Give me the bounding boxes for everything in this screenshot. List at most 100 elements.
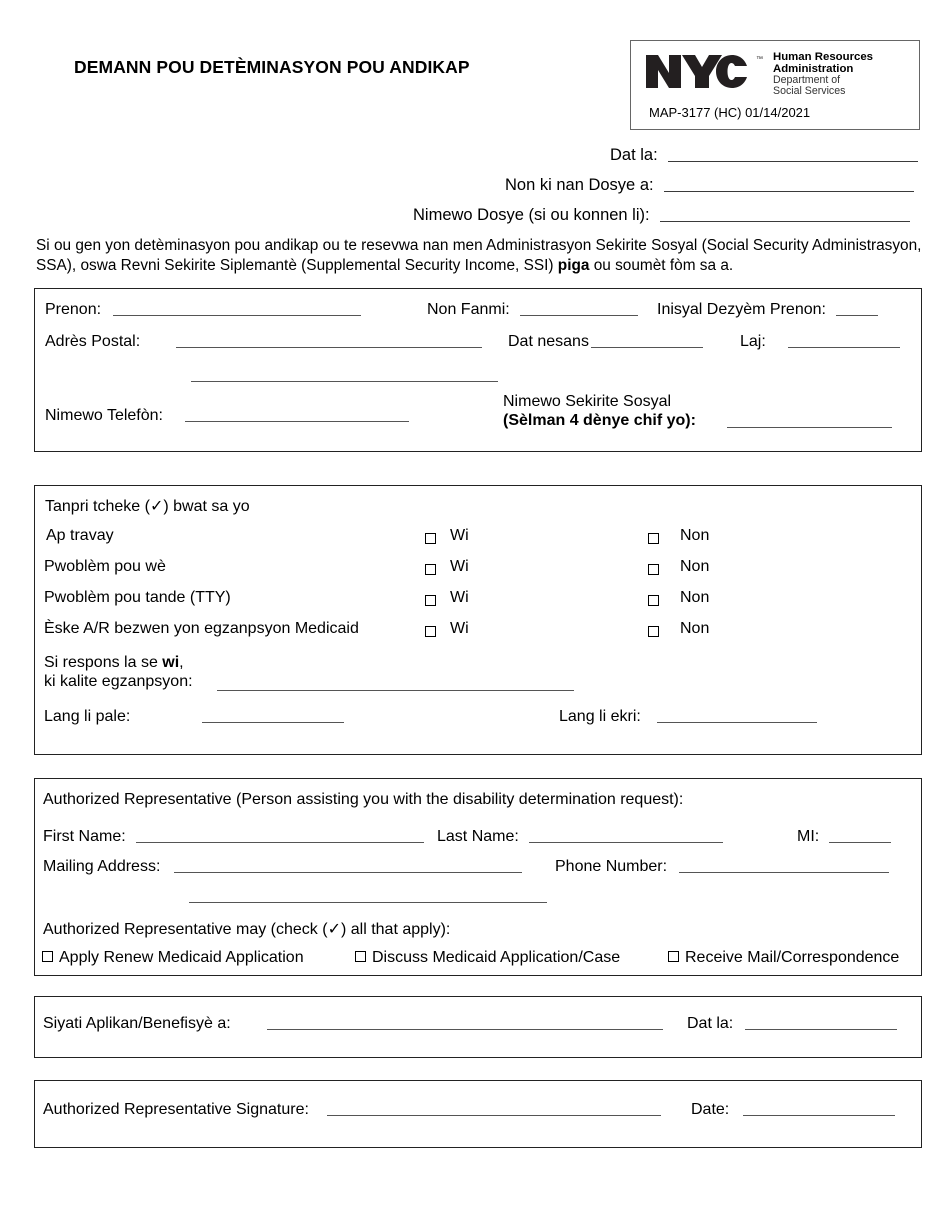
header-field-date-input[interactable]	[667, 161, 918, 162]
nyc-logo-icon: ™	[644, 50, 766, 90]
checkbox-row-label-3: Èske A/R bezwen yon egzanpsyon Medicaid	[44, 620, 359, 637]
checkbox-no-label-2: Non	[680, 589, 710, 606]
field-applicant-signature-date: Dat la:	[687, 1015, 898, 1033]
accessibility-checkbox-box: Tanpri tcheke (✓) bwat sa yo Ap travay W…	[34, 485, 922, 755]
field-applicant-signature-date-input[interactable]	[745, 1029, 898, 1030]
field-ssn-label: Nimewo Sekirite Sosyal (Sèlman 4 dènye c…	[503, 393, 696, 431]
field-last-name-input[interactable]	[519, 315, 638, 316]
field-applicant-signature-label: Siyati Aplikan/Benefisyè a:	[43, 1015, 231, 1032]
field-rep-last-name: Last Name:	[437, 828, 723, 846]
checkbox-no-1[interactable]	[648, 561, 659, 579]
field-spoken-language-label: Lang li pale:	[44, 708, 131, 725]
header-field-date-label: Dat la:	[610, 146, 658, 164]
trademark-glyph: ™	[756, 56, 763, 63]
header-field-case-number-input[interactable]	[659, 221, 910, 222]
field-rep-mi-label: MI:	[797, 828, 820, 845]
permission-checkbox-0[interactable]: Apply Renew Medicaid Application	[42, 949, 304, 967]
form-code: MAP-3177 (HC) 01/14/2021	[649, 105, 811, 120]
field-age: Laj:	[740, 333, 900, 351]
field-written-language-input[interactable]	[656, 722, 817, 723]
logo-row: ™ Human Resources Administration Departm…	[644, 50, 873, 98]
field-rep-signature-input[interactable]	[326, 1115, 661, 1116]
permission-label-1: Discuss Medicaid Application/Case	[372, 949, 621, 966]
checkbox-no-3[interactable]	[648, 623, 659, 641]
agency-logo-box: ™ Human Resources Administration Departm…	[630, 40, 920, 130]
field-ssn-input[interactable]	[727, 427, 892, 428]
field-rep-signature-date-input[interactable]	[743, 1115, 896, 1116]
field-rep-last-name-label: Last Name:	[437, 828, 519, 845]
field-rep-signature-date: Date:	[691, 1101, 896, 1119]
field-rep-phone-label: Phone Number:	[555, 858, 668, 875]
checkbox-row-label-2: Pwoblèm pou tande (TTY)	[44, 589, 231, 606]
field-birth-date-label: Dat nesans	[508, 333, 589, 350]
field-mailing-address-label: Adrès Postal:	[45, 333, 141, 350]
permission-checkbox-square-1[interactable]	[355, 951, 366, 963]
field-rep-mi: MI:	[797, 828, 892, 846]
field-rep-first-name-input[interactable]	[135, 842, 424, 843]
checkbox-yes-3[interactable]	[425, 623, 436, 641]
field-middle-initial-label: Inisyal Dezyèm Prenon:	[657, 301, 826, 318]
rep-signature-box: Authorized Representative Signature: Dat…	[34, 1080, 922, 1148]
field-rep-last-name-input[interactable]	[528, 842, 723, 843]
field-mailing-address: Adrès Postal:	[45, 333, 483, 351]
exemption-type-input[interactable]	[217, 690, 574, 691]
field-first-name-input[interactable]	[113, 315, 362, 316]
exemption-prompt-pre: Si respons la se	[44, 654, 163, 671]
checkbox-no-2[interactable]	[648, 592, 659, 610]
field-rep-phone: Phone Number:	[555, 858, 890, 876]
field-last-name-label: Non Fanmi:	[427, 301, 510, 318]
intro-part-2: ou soumèt fòm sa a.	[589, 257, 734, 275]
field-spoken-language-input[interactable]	[202, 722, 345, 723]
checkbox-no-label-3: Non	[680, 620, 710, 637]
field-applicant-signature-input[interactable]	[266, 1029, 663, 1030]
intro-paragraph: Si ou gen yon detèminasyon pou andikap o…	[36, 236, 922, 276]
authorized-representative-box: Authorized Representative (Person assist…	[34, 778, 922, 976]
checkbox-yes-label-1: Wi	[450, 558, 469, 575]
exemption-prompt: Si respons la se wi, ki kalite egzanpsyo…	[44, 654, 193, 692]
field-phone-input[interactable]	[184, 421, 409, 422]
checkbox-yes-2[interactable]	[425, 592, 436, 610]
intro-part-1: Si ou gen yon detèminasyon pou andikap o…	[36, 237, 922, 275]
field-middle-initial: Inisyal Dezyèm Prenon:	[657, 301, 878, 319]
field-birth-date: Dat nesans	[508, 333, 703, 351]
field-first-name-label: Prenon:	[45, 301, 102, 318]
page-title: DEMANN POU DETÈMINASYON POU ANDIKAP	[74, 57, 470, 77]
authorized-rep-permissions-label: Authorized Representative may (check (✓)…	[43, 921, 451, 938]
field-age-input[interactable]	[787, 347, 900, 348]
header-field-case-number-label: Nimewo Dosye (si ou konnen li):	[413, 206, 650, 224]
permission-checkbox-2[interactable]: Receive Mail/Correspondence	[668, 949, 899, 967]
checkbox-yes-1[interactable]	[425, 561, 436, 579]
header-field-name-on-case: Non ki nan Dosye a:	[505, 176, 922, 195]
checkbox-yes-0[interactable]	[425, 530, 436, 548]
permission-checkbox-1[interactable]: Discuss Medicaid Application/Case	[355, 949, 620, 967]
field-last-name: Non Fanmi:	[427, 301, 638, 319]
field-birth-date-input[interactable]	[590, 347, 703, 348]
field-written-language-label: Lang li ekri:	[559, 708, 641, 725]
field-rep-phone-input[interactable]	[679, 872, 890, 873]
checkbox-yes-label-3: Wi	[450, 620, 469, 637]
field-middle-initial-input[interactable]	[835, 315, 878, 316]
checkbox-no-label-1: Non	[680, 558, 710, 575]
field-first-name: Prenon:	[45, 301, 362, 319]
field-phone-label: Nimewo Telefòn:	[45, 407, 163, 424]
header-field-name-on-case-input[interactable]	[663, 191, 914, 192]
field-rep-first-name: First Name:	[43, 828, 424, 846]
field-written-language: Lang li ekri:	[559, 708, 817, 726]
header-field-case-number: Nimewo Dosye (si ou konnen li):	[413, 206, 922, 225]
checkbox-no-0[interactable]	[648, 530, 659, 548]
field-rep-mailing-address-input[interactable]	[174, 872, 523, 873]
field-rep-mi-input[interactable]	[829, 842, 892, 843]
permission-checkbox-square-0[interactable]	[42, 951, 53, 963]
authorized-rep-heading: Authorized Representative (Person assist…	[43, 791, 684, 808]
permission-checkbox-square-2[interactable]	[668, 951, 679, 963]
field-rep-mailing-address-label: Mailing Address:	[43, 858, 161, 875]
agency-name-block: Human Resources Administration Departmen…	[773, 50, 873, 98]
field-mailing-address-input[interactable]	[176, 347, 483, 348]
applicant-signature-box: Siyati Aplikan/Benefisyè a: Dat la:	[34, 996, 922, 1058]
field-rep-first-name-label: First Name:	[43, 828, 126, 845]
checkbox-instruction: Tanpri tcheke (✓) bwat sa yo	[45, 498, 250, 515]
field-mailing-address-line2-input[interactable]	[191, 381, 498, 382]
field-rep-mailing-address-line2-input[interactable]	[189, 902, 547, 903]
field-phone: Nimewo Telefòn:	[45, 407, 409, 425]
header-field-date: Dat la:	[610, 146, 922, 165]
